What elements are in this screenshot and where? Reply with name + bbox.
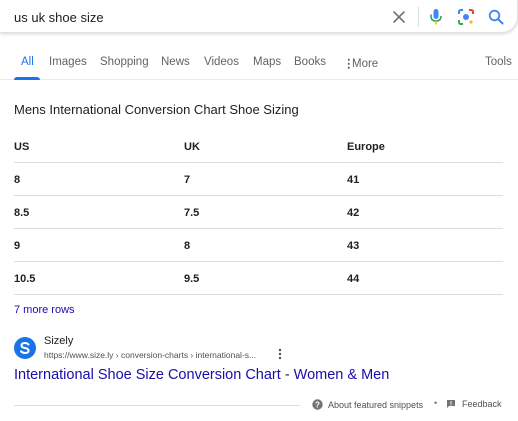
search-tabs: All Images Shopping News Videos Maps Boo… [0,50,518,80]
result-title-link[interactable]: International Shoe Size Conversion Chart… [14,367,389,383]
voice-search-button[interactable] [424,5,448,29]
clear-search-button[interactable] [387,5,411,29]
table-cell: 41 [347,174,360,186]
clear-icon [393,11,405,23]
table-cell: 8 [184,240,191,252]
kebab-icon [278,348,282,360]
tab-more[interactable]: ⋮More [343,56,378,70]
conversion-table: US UK Europe 8 7 41 8.5 7.5 42 9 8 43 10… [14,130,503,295]
tab-maps[interactable]: Maps [253,56,281,68]
more-dots-icon: ⋮ [343,58,355,70]
more-rows-link[interactable]: 7 more rows [14,304,75,316]
tab-books[interactable]: Books [294,56,326,68]
footer-separator: • [434,398,438,408]
favicon-s-icon [20,341,30,355]
search-bar-divider [418,7,419,27]
site-favicon[interactable] [14,337,36,359]
tab-news[interactable]: News [161,56,190,68]
column-header-us: US [14,141,30,153]
result-url[interactable]: https://www.size.ly › conversion-charts … [44,350,256,360]
table-cell: 43 [347,240,360,252]
tab-more-label: More [352,58,379,70]
footer-divider [14,405,300,406]
search-input[interactable] [14,8,374,26]
feedback-icon [447,400,455,408]
table-row: 10.5 9.5 44 [14,262,503,295]
lens-icon [458,9,474,25]
table-cell: 7 [184,174,191,186]
tools-button[interactable]: Tools [485,56,512,68]
tab-shopping[interactable]: Shopping [100,56,149,68]
active-tab-indicator [14,77,40,80]
search-icon [488,9,504,25]
search-button[interactable] [484,5,508,29]
about-featured-snippets-button[interactable]: ? About featured snippets [312,399,423,410]
snippet-title: Mens International Conversion Chart Shoe… [14,102,299,117]
table-cell: 8 [14,174,21,186]
column-header-uk: UK [184,141,200,153]
table-cell: 42 [347,207,360,219]
table-header-row: US UK Europe [14,130,503,163]
column-header-europe: Europe [347,141,385,153]
feedback-button[interactable]: Feedback [446,399,502,409]
feedback-label: Feedback [462,399,502,409]
table-cell: 7.5 [184,207,200,219]
lens-search-button[interactable] [454,5,478,29]
table-cell: 44 [347,273,360,285]
tab-videos[interactable]: Videos [204,56,239,68]
result-options-button[interactable] [275,348,285,360]
about-featured-snippets-label: About featured snippets [328,399,424,410]
table-cell: 10.5 [14,273,36,285]
table-cell: 9 [14,240,21,252]
tab-all[interactable]: All [21,56,34,68]
microphone-icon [430,9,442,25]
table-cell: 8.5 [14,207,30,219]
result-site-name[interactable]: Sizely [44,335,73,347]
table-row: 8.5 7.5 42 [14,196,503,229]
table-row: 9 8 43 [14,229,503,262]
tab-images[interactable]: Images [49,56,87,68]
help-icon: ? [312,399,323,410]
table-row: 8 7 41 [14,163,503,196]
svg-text:?: ? [315,400,320,409]
table-cell: 9.5 [184,273,200,285]
search-bar [0,0,518,33]
